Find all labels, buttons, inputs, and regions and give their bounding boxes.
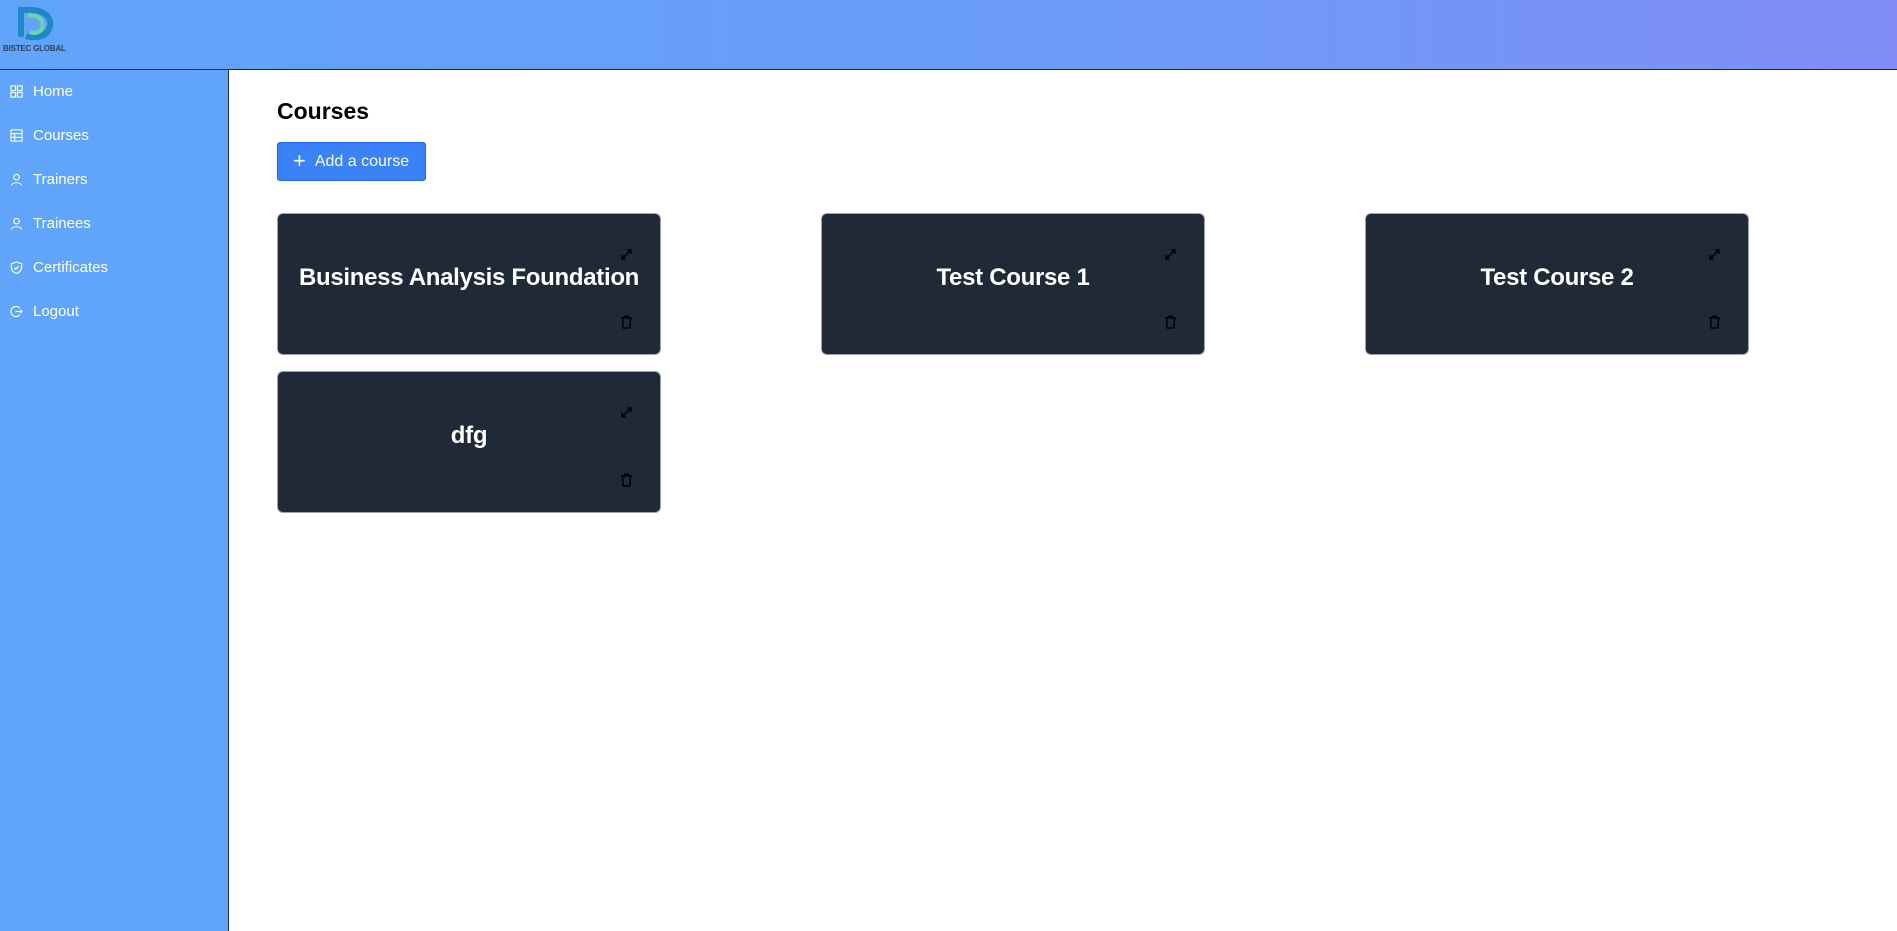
expand-icon[interactable]: [1164, 248, 1177, 261]
sidebar-item-courses[interactable]: Courses: [0, 117, 228, 153]
course-title: Test Course 1: [936, 264, 1090, 291]
sidebar-item-label: Certificates: [33, 258, 109, 276]
sidebar-item-trainees[interactable]: Trainees: [0, 205, 228, 241]
course-card[interactable]: Business Analysis Foundation: [277, 213, 661, 355]
grid-icon: [10, 84, 23, 98]
course-title: Business Analysis Foundation: [298, 264, 640, 291]
plus-icon: +: [293, 147, 306, 173]
sidebar-item-label: Logout: [33, 302, 79, 320]
top-bar: BISTEC GLOBAL: [0, 0, 1897, 70]
trash-icon[interactable]: [620, 473, 633, 487]
add-course-button[interactable]: + Add a course: [277, 142, 426, 181]
sidebar-item-label: Trainees: [33, 214, 91, 232]
sidebar-item-label: Home: [33, 82, 74, 100]
brand-logo[interactable]: BISTEC GLOBAL: [3, 6, 73, 56]
course-card[interactable]: dfg: [277, 371, 661, 513]
course-title: dfg: [450, 422, 488, 449]
trash-icon[interactable]: [1164, 315, 1177, 329]
sidebar-item-label: Trainers: [33, 170, 88, 188]
sidebar: Home Courses Trainers Trainees Certifica…: [0, 70, 229, 931]
course-card[interactable]: Test Course 1: [821, 213, 1205, 355]
user-icon: [10, 173, 23, 186]
expand-icon[interactable]: [1708, 248, 1721, 261]
sidebar-item-certificates[interactable]: Certificates: [0, 249, 228, 285]
sidebar-item-trainers[interactable]: Trainers: [0, 161, 228, 197]
add-course-label: Add a course: [314, 152, 410, 170]
shield-check-icon: [10, 260, 23, 274]
sidebar-item-label: Courses: [33, 126, 89, 144]
table-icon: [10, 128, 23, 142]
user-icon: [10, 217, 23, 230]
bistec-logo-icon: [18, 6, 54, 40]
main-content: Courses + Add a course Business Analysis…: [229, 70, 1897, 931]
sidebar-item-logout[interactable]: Logout: [0, 293, 228, 329]
sidebar-item-home[interactable]: Home: [0, 73, 228, 109]
course-title: Test Course 2: [1480, 264, 1634, 291]
page-title: Courses: [277, 98, 370, 124]
expand-icon[interactable]: [620, 406, 633, 419]
expand-icon[interactable]: [620, 248, 633, 261]
trash-icon[interactable]: [1708, 315, 1721, 329]
logout-icon: [10, 305, 23, 317]
brand-name: BISTEC GLOBAL: [3, 44, 66, 53]
course-card[interactable]: Test Course 2: [1365, 213, 1749, 355]
trash-icon[interactable]: [620, 315, 633, 329]
